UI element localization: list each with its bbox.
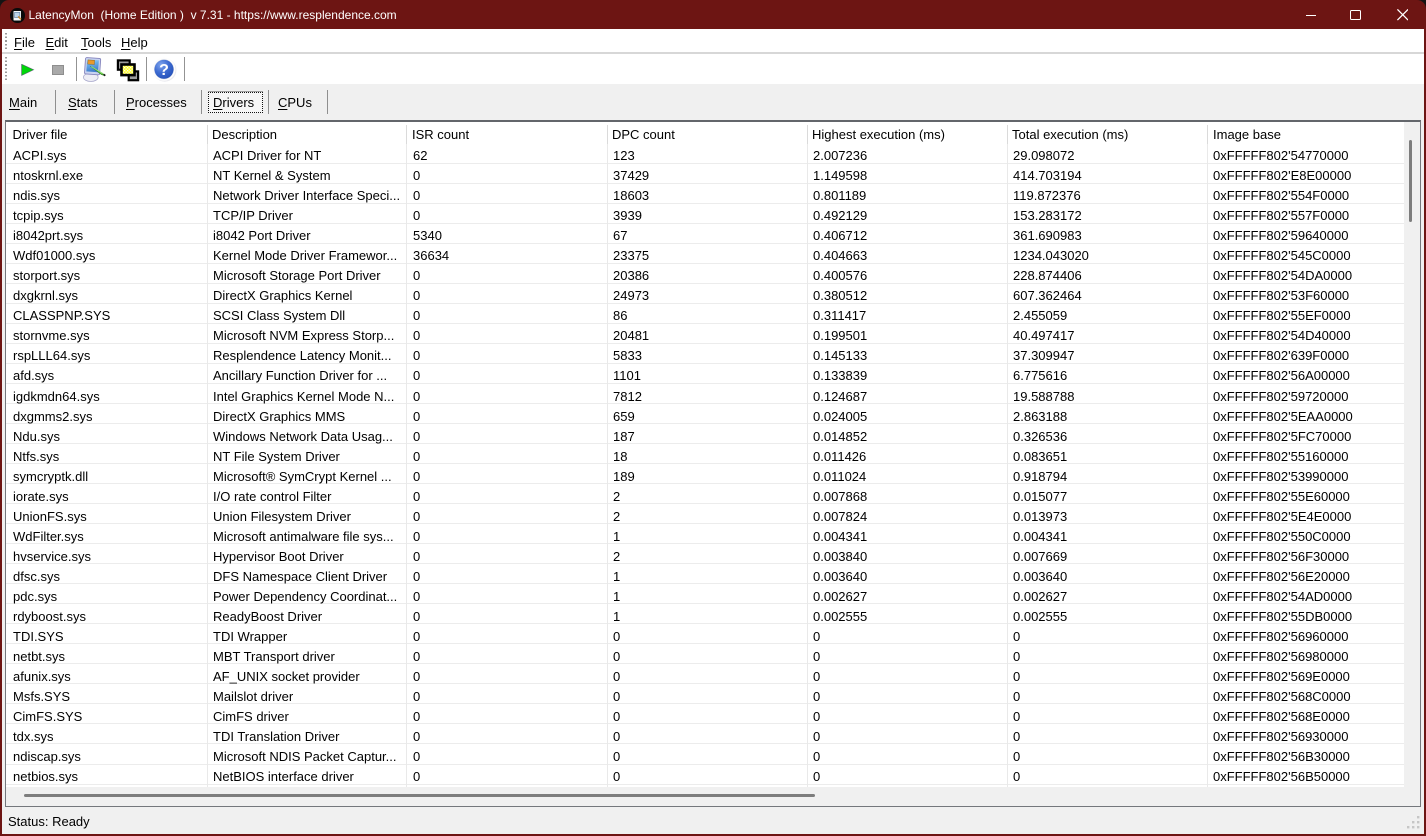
svg-text:?: ? <box>159 62 169 79</box>
